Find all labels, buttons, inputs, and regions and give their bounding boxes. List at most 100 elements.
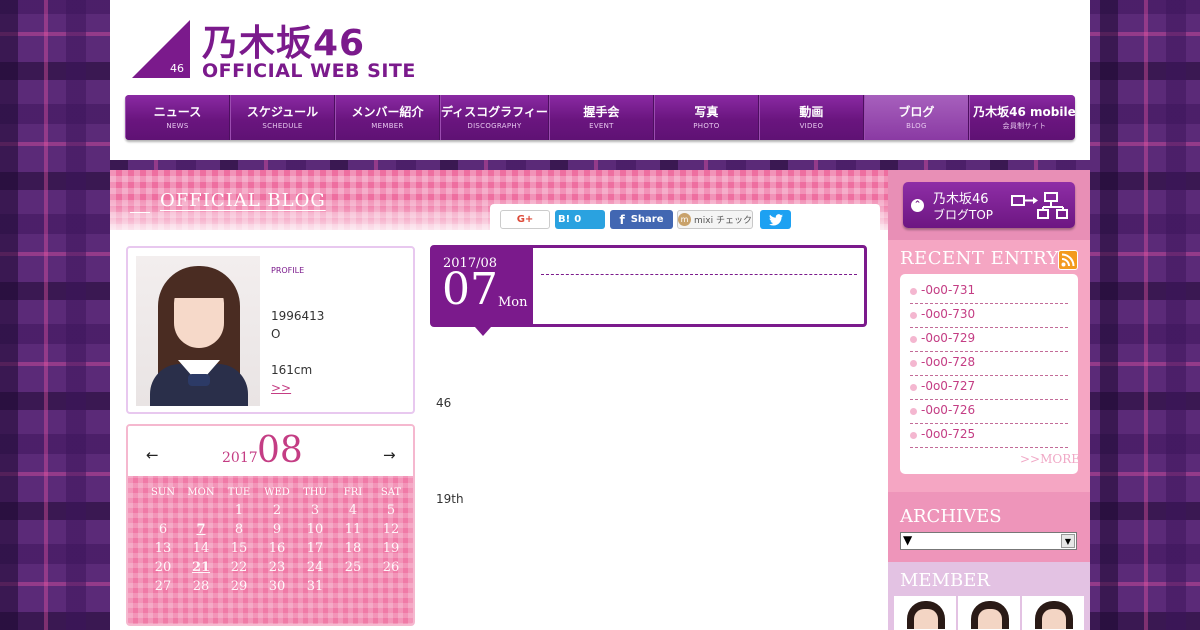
calendar-day: 23 <box>268 560 286 575</box>
calendar-day: 31 <box>306 579 324 594</box>
recent-entry-label: -0o0-728 <box>921 355 976 369</box>
nav-item-event[interactable]: 握手会 EVENT <box>548 95 654 140</box>
profile-box: PROFILE 1996413 O 161cm >> <box>126 246 415 414</box>
logo-number: 46 <box>170 62 184 75</box>
calendar-day: 26 <box>382 560 400 575</box>
calendar-day: 11 <box>344 522 362 537</box>
nav-sublabel: EVENT <box>589 121 614 130</box>
member-title: MEMBER <box>900 570 990 591</box>
calendar-header: ← 2017 08 → <box>128 426 413 476</box>
hatena-bookmark-button[interactable]: B! 0 <box>555 210 605 229</box>
calendar-day: 2 <box>272 503 282 518</box>
calendar-prev-arrow-icon[interactable]: ← <box>146 446 159 464</box>
calendar-day: 27 <box>154 579 172 594</box>
bullet-icon <box>910 432 917 439</box>
facebook-share-label: Share <box>630 214 664 225</box>
site-header: 46 乃木坂46 OFFICIAL WEB SITE ニュース NEWS スケジ… <box>110 0 1090 160</box>
nav-sublabel: NEWS <box>166 121 189 130</box>
logo-english-title: OFFICIAL WEB SITE <box>202 60 416 82</box>
mixi-check-button[interactable]: m mixi チェック <box>677 210 753 229</box>
calendar-day: 17 <box>306 541 324 556</box>
profile-photo <box>136 256 260 406</box>
nav-item-discography[interactable]: ディスコグラフィー DISCOGRAPHY <box>440 95 549 140</box>
hatena-label: B! <box>558 214 571 225</box>
nav-item-news[interactable]: ニュース NEWS <box>125 95 230 140</box>
calendar-day: 4 <box>348 503 358 518</box>
calendar-day[interactable]: 21 <box>182 560 220 575</box>
calendar-weekday-header: SUN <box>150 487 176 498</box>
recent-entry-label: -0o0-730 <box>921 307 976 321</box>
post-weekday: Mon <box>498 295 528 310</box>
title-decoration <box>130 212 150 213</box>
calendar-day[interactable]: 7 <box>182 522 220 537</box>
facebook-share-button[interactable]: f Share <box>610 210 673 229</box>
bullet-icon <box>910 408 917 415</box>
profile-label: PROFILE <box>271 266 305 275</box>
calendar-weekday-header: THU <box>303 487 327 498</box>
calendar-weekday-header: MON <box>187 487 215 498</box>
nav-item-schedule[interactable]: スケジュール SCHEDULE <box>230 95 335 140</box>
calendar-day: 6 <box>158 522 168 537</box>
chevron-up-icon: ⌃ <box>911 199 924 212</box>
member-section: MEMBER <box>888 562 1090 630</box>
rss-icon[interactable] <box>1058 250 1078 270</box>
recent-entry-item[interactable]: -0o0-729 <box>910 328 1068 352</box>
calendar-day: 18 <box>344 541 362 556</box>
hatena-count: 0 <box>574 214 582 225</box>
profile-more-link[interactable]: >> <box>271 381 291 395</box>
nav-item-blog[interactable]: ブログ BLOG <box>863 95 969 140</box>
archives-section: ARCHIVES ▼ ▼ <box>888 492 1090 562</box>
archives-dropdown[interactable]: ▼ ▼ <box>900 532 1077 550</box>
nav-label: ニュース <box>153 104 202 119</box>
recent-entry-item[interactable]: -0o0-727 <box>910 376 1068 400</box>
calendar-weekday-header: SAT <box>380 487 402 498</box>
sidebar-top: ⌃ 乃木坂46 ブログTOP <box>888 170 1090 240</box>
calendar-day: 8 <box>234 522 244 537</box>
share-bar: G+ B! 0 f Share m mixi チェック <box>490 204 880 234</box>
recent-entry-item[interactable]: -0o0-726 <box>910 400 1068 424</box>
profile-birthdate: 1996413 <box>271 309 325 323</box>
nav-sublabel: SCHEDULE <box>262 121 303 130</box>
main-nav: ニュース NEWS スケジュール SCHEDULE メンバー紹介 MEMBER … <box>125 95 1075 140</box>
recent-entry-label: -0o0-727 <box>921 379 976 393</box>
calendar-grid: SUN MON TUE WED THU FRI SAT 1 2 3 4 5 6 7 8 9 10 11 12 13 14… <box>128 476 413 624</box>
twitter-button[interactable] <box>760 210 791 229</box>
nav-item-photo[interactable]: 写真 PHOTO <box>653 95 759 140</box>
nav-sublabel: PHOTO <box>693 121 720 130</box>
member-thumbnail[interactable] <box>894 596 956 630</box>
nav-sublabel: 会員制サイト <box>1002 121 1047 130</box>
recent-entry-label: -0o0-726 <box>921 403 976 417</box>
calendar-day: 22 <box>230 560 248 575</box>
calendar-day: 24 <box>306 560 324 575</box>
twitter-bird-icon <box>768 213 783 225</box>
calendar-month: 08 <box>257 430 303 471</box>
post-title-underline <box>541 274 857 275</box>
calendar-day: 10 <box>306 522 324 537</box>
nav-item-video[interactable]: 動画 VIDEO <box>758 95 864 140</box>
nav-label: 乃木坂46 mobile <box>973 104 1075 119</box>
nav-item-member[interactable]: メンバー紹介 MEMBER <box>335 95 440 140</box>
calendar-day: 28 <box>192 579 210 594</box>
recent-entry-label: -0o0-729 <box>921 331 976 345</box>
calendar: ← 2017 08 → SUN MON TUE WED THU FRI SAT 1 2 3 4 5 6 7… <box>126 424 415 626</box>
calendar-day: 15 <box>230 541 248 556</box>
member-thumbnail[interactable] <box>958 596 1020 630</box>
recent-entry-label: -0o0-725 <box>921 427 976 441</box>
recent-entry-list: -0o0-731 -0o0-730 -0o0-729 -0o0-728 -0o0… <box>900 274 1080 474</box>
blog-top-button[interactable]: ⌃ 乃木坂46 ブログTOP <box>903 182 1075 228</box>
recent-entry-item[interactable]: -0o0-730 <box>910 304 1068 328</box>
recent-entry-item[interactable]: -0o0-725 <box>910 424 1068 448</box>
recent-more-link[interactable]: >>MORE <box>1020 452 1080 466</box>
recent-entry-item[interactable]: -0o0-731 <box>910 280 1068 304</box>
nav-item-mobile[interactable]: 乃木坂46 mobile 会員制サイト <box>968 95 1075 140</box>
calendar-next-arrow-icon[interactable]: → <box>383 446 396 464</box>
archives-selected-value: ▼ <box>903 533 913 547</box>
calendar-day: 5 <box>386 503 396 518</box>
recent-entry-item[interactable]: -0o0-728 <box>910 352 1068 376</box>
member-thumbnail[interactable] <box>1022 596 1084 630</box>
bullet-icon <box>910 384 917 391</box>
calendar-day: 29 <box>230 579 248 594</box>
calendar-day: 19 <box>382 541 400 556</box>
google-plus-button[interactable]: G+ <box>500 210 550 229</box>
date-tail-decoration <box>475 327 491 336</box>
